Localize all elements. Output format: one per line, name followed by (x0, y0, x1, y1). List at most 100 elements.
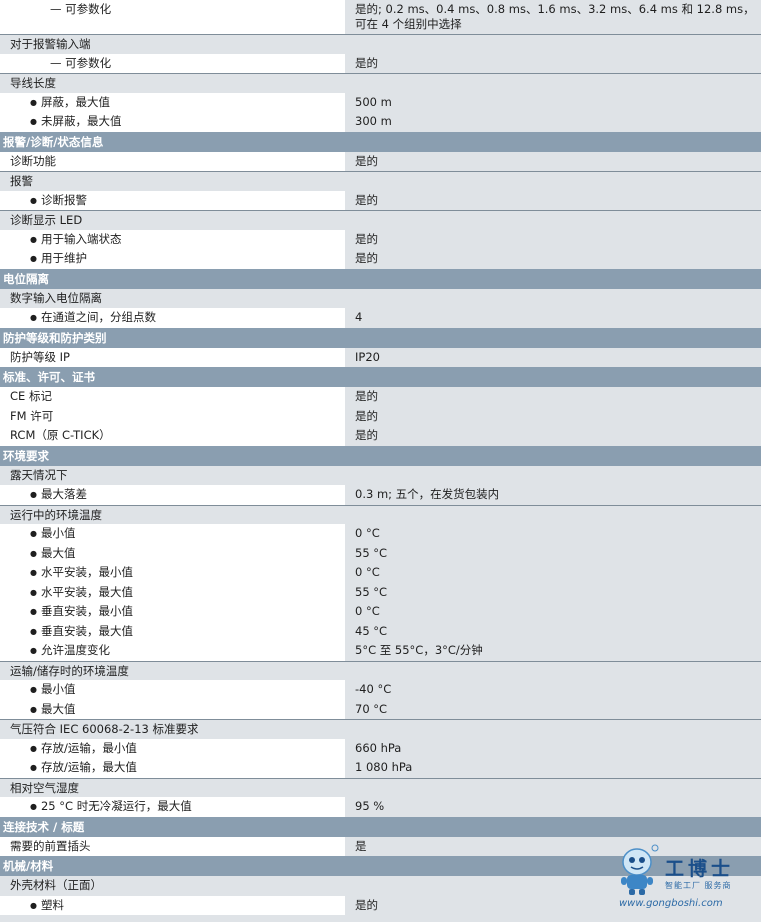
spec-value (345, 720, 761, 739)
spec-row: 运行中的环境温度 (0, 504, 761, 524)
spec-label-text: 数字输入电位隔离 (10, 290, 102, 305)
spec-row: 水平安装，最小值 0 °C (0, 563, 761, 583)
spec-label-text: 存放/运输，最小值 (30, 741, 137, 755)
spec-row: 相对空气湿度 (0, 777, 761, 797)
spec-label: 水平安装，最小值 (0, 563, 345, 583)
spec-value: 是的 (345, 229, 761, 249)
spec-label-text: 最大值 (30, 546, 76, 560)
spec-row: 最小值 -40 °C (0, 680, 761, 700)
spec-value: 是的 (345, 53, 761, 73)
spec-label: 诊断报警 (0, 190, 345, 210)
spec-label: 水平安装，最大值 (0, 582, 345, 602)
spec-label-text: 用于输入端状态 (30, 232, 122, 246)
spec-label: — 可参数化 (0, 0, 345, 34)
spec-row: — 可参数化 是的; 0.2 ms、0.4 ms、0.8 ms、1.6 ms、3.… (0, 0, 761, 34)
spec-row: — 可参数化 是的 (0, 53, 761, 73)
spec-value (345, 465, 761, 485)
spec-label-text: FM 许可 (10, 408, 54, 423)
spec-label-text: 未屏蔽，最大值 (30, 114, 122, 128)
spec-label: 垂直安装，最小值 (0, 602, 345, 622)
spec-row: 25 °C 时无冷凝运行，最大值 95 % (0, 797, 761, 817)
spec-label-text: — 可参数化 (50, 2, 112, 16)
spec-value: 4 (345, 308, 761, 328)
spec-value: 是的 (345, 406, 761, 426)
spec-label: 运输/储存时的环境温度 (0, 661, 345, 680)
section-header: 连接技术 / 标题 (0, 816, 761, 837)
spec-label-text: 最小值 (30, 526, 76, 540)
spec-label: 诊断功能 (0, 151, 345, 171)
spec-label-text: RCM（原 C-TICK） (10, 428, 111, 442)
spec-value (345, 505, 761, 524)
spec-row: 用于输入端状态 是的 (0, 229, 761, 249)
watermark-url: www.gongboshi.com (619, 898, 723, 909)
spec-value (345, 172, 761, 191)
spec-label-text: 垂直安装，最大值 (30, 624, 133, 638)
spec-row: 诊断功能 是的 (0, 151, 761, 171)
spec-label-text: 诊断报警 (30, 193, 87, 207)
spec-label-text: — 可参数化 (50, 55, 112, 70)
spec-label: — 可参数化 (0, 53, 345, 73)
spec-value: 是的 (345, 190, 761, 210)
spec-row: 在通道之间，分组点数 4 (0, 308, 761, 328)
spec-label: 运行中的环境温度 (0, 505, 345, 524)
spec-label: 最小值 (0, 680, 345, 700)
spec-label: RCM（原 C-TICK） (0, 426, 345, 446)
spec-label-text: 外壳材料（正面） (10, 878, 102, 892)
spec-value (345, 661, 761, 680)
spec-label-text: 报警 (10, 174, 33, 188)
spec-label: 用于输入端状态 (0, 229, 345, 249)
spec-row: 垂直安装，最大值 45 °C (0, 621, 761, 641)
spec-label-text: 塑料 (30, 898, 64, 912)
spec-row: RCM（原 C-TICK） 是的 (0, 426, 761, 446)
spec-label-text: 允许温度变化 (30, 643, 110, 657)
spec-value: 5°C 至 55°C，3°C/分钟 (345, 641, 761, 661)
spec-value: 300 m (345, 112, 761, 132)
spec-label-text: 水平安装，最大值 (30, 585, 133, 599)
spec-label: 诊断显示 LED (0, 211, 345, 230)
spec-label-text: 最小值 (30, 682, 76, 696)
spec-value: 70 °C (345, 699, 761, 719)
spec-row: 存放/运输，最小值 660 hPa (0, 738, 761, 758)
spec-row: 允许温度变化 5°C 至 55°C，3°C/分钟 (0, 641, 761, 661)
spec-label: 气压符合 IEC 60068-2-13 标准要求 (0, 720, 345, 739)
watermark-logo: 工博士 智能工厂 服务商 www.gongboshi.com (615, 842, 745, 912)
spec-label: 存放/运输，最小值 (0, 738, 345, 758)
spec-label-text: 水平安装，最小值 (30, 565, 133, 579)
spec-label-text: 需要的前置插头 (10, 838, 91, 853)
spec-value: 55 °C (345, 582, 761, 602)
spec-label-text: 运行中的环境温度 (10, 507, 102, 522)
spec-label: CE 标记 (0, 387, 345, 407)
spec-label: 最小值 (0, 524, 345, 544)
spec-row: 最大落差 0.3 m; 五个，在发货包装内 (0, 485, 761, 505)
spec-label: 对于报警输入端 (0, 35, 345, 54)
watermark-tagline: 智能工厂 服务商 (665, 881, 732, 890)
robot-mascot-icon (621, 844, 659, 895)
spec-label: 露天情况下 (0, 465, 345, 485)
spec-value: 1 080 hPa (345, 758, 761, 778)
spec-label-text: 最大值 (30, 702, 76, 716)
spec-table: — 可参数化 是的; 0.2 ms、0.4 ms、0.8 ms、1.6 ms、3.… (0, 0, 761, 915)
section-header: 电位隔离 (0, 268, 761, 289)
spec-label-text: 气压符合 IEC 60068-2-13 标准要求 (10, 722, 199, 736)
spec-value (345, 778, 761, 797)
spec-label: 25 °C 时无冷凝运行，最大值 (0, 797, 345, 817)
spec-row: 对于报警输入端 (0, 34, 761, 54)
spec-value: 是的; 0.2 ms、0.4 ms、0.8 ms、1.6 ms、3.2 ms、6… (345, 0, 761, 34)
spec-label-text: 最大落差 (30, 487, 87, 501)
spec-value (345, 288, 761, 308)
spec-label: 数字输入电位隔离 (0, 288, 345, 308)
spec-value: 55 °C (345, 543, 761, 563)
spec-label-text: 对于报警输入端 (10, 37, 91, 51)
spec-row: 存放/运输，最大值 1 080 hPa (0, 758, 761, 778)
spec-value: 0.3 m; 五个，在发货包装内 (345, 485, 761, 505)
spec-row: 屏蔽，最大值 500 m (0, 92, 761, 112)
spec-label-text: 用于维护 (30, 251, 87, 265)
spec-row: 数字输入电位隔离 (0, 288, 761, 308)
spec-label: 未屏蔽，最大值 (0, 112, 345, 132)
spec-label-text: 运输/储存时的环境温度 (10, 663, 129, 678)
spec-row: 最大值 70 °C (0, 699, 761, 719)
spec-label: FM 许可 (0, 406, 345, 426)
spec-row: 用于维护 是的 (0, 249, 761, 269)
spec-label: 需要的前置插头 (0, 836, 345, 856)
spec-label: 最大落差 (0, 485, 345, 505)
